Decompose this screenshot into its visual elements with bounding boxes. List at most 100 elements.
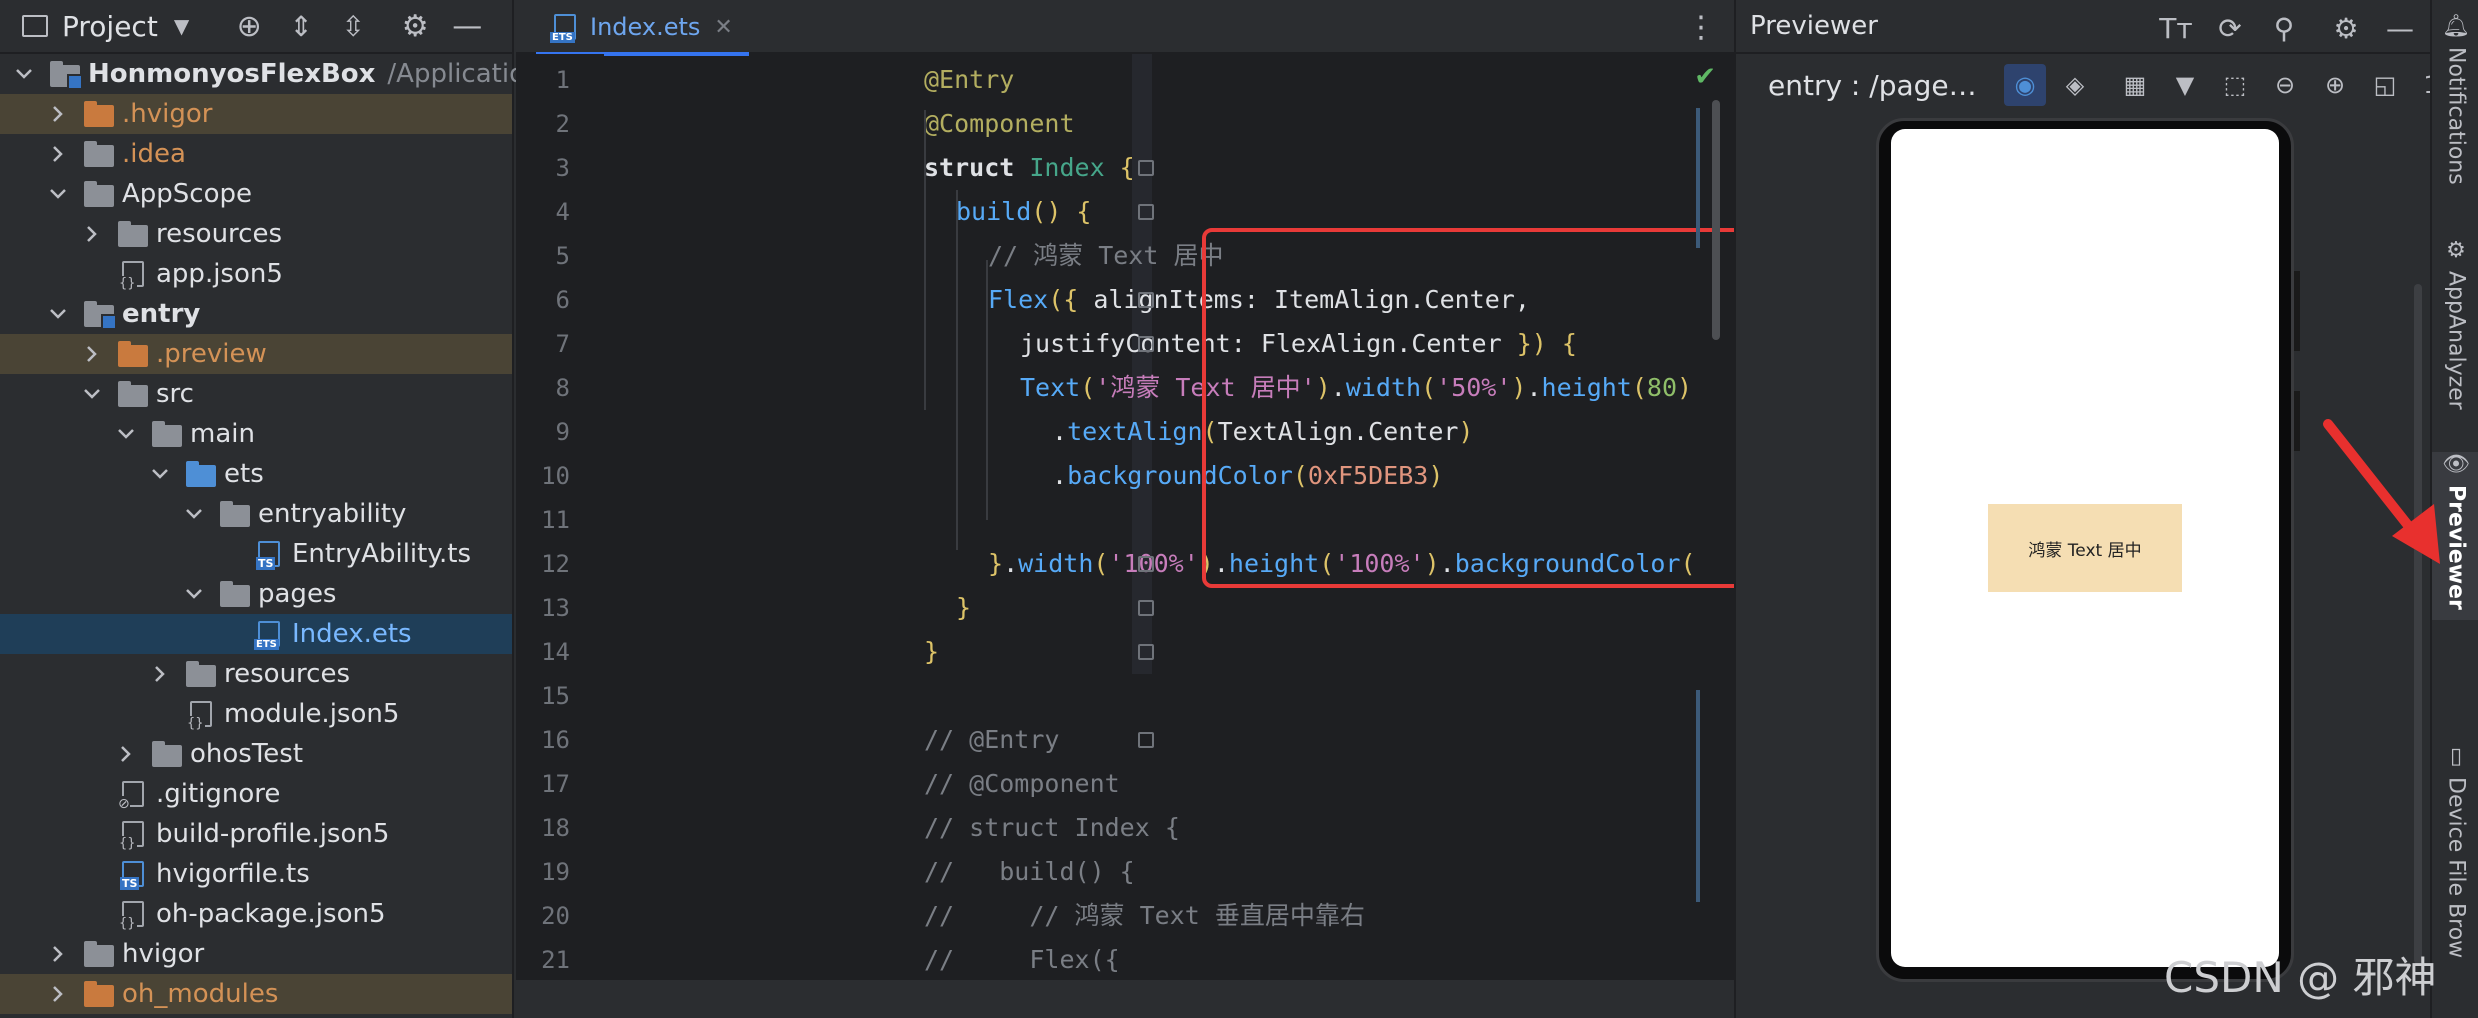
fold-marker-icon[interactable]	[1138, 644, 1154, 660]
collapse-all-icon[interactable]: ⇳	[333, 6, 373, 46]
previewer-header: Previewer Tт ⟳ ⚲ ⚙ —	[1736, 0, 2430, 54]
tree-item[interactable]: app.json5	[0, 254, 512, 294]
tree-item[interactable]: pages	[0, 574, 512, 614]
tree-item[interactable]: entry	[0, 294, 512, 334]
chevron-down-icon[interactable]	[114, 422, 138, 446]
chevron-right-icon[interactable]	[80, 342, 104, 366]
tree-item[interactable]: .gitignore	[0, 774, 512, 814]
font-size-icon[interactable]: Tт	[2156, 8, 2196, 48]
tree-item[interactable]: src	[0, 374, 512, 414]
fit-icon[interactable]: ◱	[2364, 64, 2406, 106]
layers-icon[interactable]: ◈	[2054, 64, 2096, 106]
tree-item[interactable]: HonmonyosFlexBox/Application	[0, 54, 541, 94]
minimize-icon[interactable]: —	[447, 6, 487, 46]
folder-icon	[84, 141, 114, 167]
line-number: 5	[555, 242, 570, 270]
tree-item[interactable]: AppScope	[0, 174, 512, 214]
tree-item[interactable]: oh-package.json5	[0, 894, 512, 934]
fold-marker-icon[interactable]	[1138, 160, 1154, 176]
tree-item[interactable]: entryability	[0, 494, 512, 534]
code-line: }	[956, 586, 971, 630]
zoom-in-icon[interactable]: ⊕	[2314, 64, 2356, 106]
chevron-right-icon[interactable]	[114, 742, 138, 766]
gear-icon[interactable]: ⚙	[395, 6, 435, 46]
device-side-button	[2294, 271, 2300, 351]
code-area[interactable]: @Entry @Component struct Index {build() {/…	[634, 54, 1694, 978]
tab-index-ets[interactable]: Index.ets ✕	[536, 0, 749, 56]
tree-item-label: hvigorfile.ts	[156, 859, 310, 889]
code-line: struct Index {	[924, 146, 1135, 190]
plugin-icon[interactable]: ⚲	[2264, 8, 2304, 48]
tree-item[interactable]: main	[0, 414, 512, 454]
more-options-icon[interactable]: ⋮	[1686, 10, 1716, 45]
tab-notifications[interactable]: 🔔︎ Notifications	[2432, 14, 2478, 185]
code-token: // Flex({	[924, 945, 1120, 974]
line-number: 15	[541, 682, 570, 710]
fold-marker-icon[interactable]	[1138, 336, 1154, 352]
zoom-out-icon[interactable]: ⊖	[2264, 64, 2306, 106]
tree-item[interactable]: .preview	[0, 334, 512, 374]
code-token: width	[1345, 373, 1422, 402]
code-token: // @Component	[924, 769, 1120, 798]
chevron-down-icon[interactable]	[80, 382, 104, 406]
editor-scrollbar[interactable]	[1712, 100, 1720, 340]
tree-item[interactable]: ohosTest	[0, 734, 512, 774]
tree-item[interactable]: build-profile.json5	[0, 814, 512, 854]
chevron-down-icon[interactable]	[12, 62, 36, 86]
chevron-down-icon[interactable]	[182, 582, 206, 606]
preview-path[interactable]: entry : /page…	[1768, 69, 1977, 102]
tab-device-file-browser[interactable]: ▯ Device File Brow	[2432, 744, 2478, 958]
refresh-icon[interactable]: ⟳	[2210, 8, 2250, 48]
tree-item[interactable]: EntryAbility.ts	[0, 534, 512, 574]
fold-marker-icon[interactable]	[1138, 600, 1154, 616]
chevron-right-icon[interactable]	[80, 222, 104, 246]
tree-item[interactable]: .hvigor	[0, 94, 512, 134]
chevron-right-icon[interactable]	[46, 142, 70, 166]
tree-item[interactable]: resources	[0, 214, 512, 254]
tree-item[interactable]: resources	[0, 654, 512, 694]
gear-icon[interactable]: ⚙	[2326, 8, 2366, 48]
horizontal-scrollbar[interactable]	[516, 978, 1734, 1018]
code-line: // // 鸿蒙 Text 垂直居中靠右	[924, 894, 1365, 938]
tree-item[interactable]: module.json5	[0, 694, 512, 734]
chevron-down-icon[interactable]: ▼	[2164, 64, 2206, 106]
tree-item[interactable]: hvigorfile.ts	[0, 854, 512, 894]
chevron-down-icon[interactable]	[182, 502, 206, 526]
code-token: )	[1458, 417, 1474, 446]
tree-item-label: main	[190, 419, 255, 449]
chevron-down-icon[interactable]	[148, 462, 172, 486]
tree-item[interactable]: oh_modules	[0, 974, 512, 1014]
chevron-right-icon[interactable]	[46, 102, 70, 126]
locate-icon[interactable]: ⊕	[229, 6, 269, 46]
code-token: )	[1315, 373, 1331, 402]
code-token: )	[1198, 549, 1214, 578]
chevron-down-icon[interactable]	[46, 302, 70, 326]
fold-marker-icon[interactable]	[1138, 556, 1154, 572]
minimize-icon[interactable]: —	[2380, 8, 2420, 48]
grid-icon[interactable]: ▦	[2114, 64, 2156, 106]
project-title[interactable]: Project	[62, 10, 158, 43]
tab-appanalyzer[interactable]: ⚙ AppAnalyzer	[2432, 238, 2478, 410]
fold-marker-icon[interactable]	[1138, 732, 1154, 748]
tree-item[interactable]: .idea	[0, 134, 512, 174]
fold-marker-icon[interactable]	[1138, 204, 1154, 220]
expand-all-icon[interactable]: ⇕	[281, 6, 321, 46]
tree-item[interactable]: hvigor	[0, 934, 512, 974]
preview-text[interactable]: 鸿蒙 Text 居中	[1988, 504, 2182, 592]
previewer-scrollbar[interactable]	[2414, 284, 2422, 964]
inspector-icon[interactable]: ◉	[2004, 64, 2046, 106]
line-number: 9	[555, 418, 570, 446]
code-token: .	[1003, 549, 1019, 578]
tree-item-label: .gitignore	[156, 779, 281, 809]
rotate-icon[interactable]: ⬚	[2214, 64, 2256, 106]
fold-marker-icon[interactable]	[1138, 292, 1154, 308]
chevron-down-icon[interactable]	[46, 182, 70, 206]
tree-item[interactable]: Index.ets	[0, 614, 512, 654]
tree-item[interactable]: ets	[0, 454, 512, 494]
code-token: // 鸿蒙 Text 居中	[988, 241, 1224, 270]
close-icon[interactable]: ✕	[714, 15, 732, 40]
chevron-right-icon[interactable]	[46, 942, 70, 966]
chevron-right-icon[interactable]	[46, 982, 70, 1006]
chevron-right-icon[interactable]	[148, 662, 172, 686]
chevron-down-icon[interactable]: ▼	[174, 14, 189, 38]
